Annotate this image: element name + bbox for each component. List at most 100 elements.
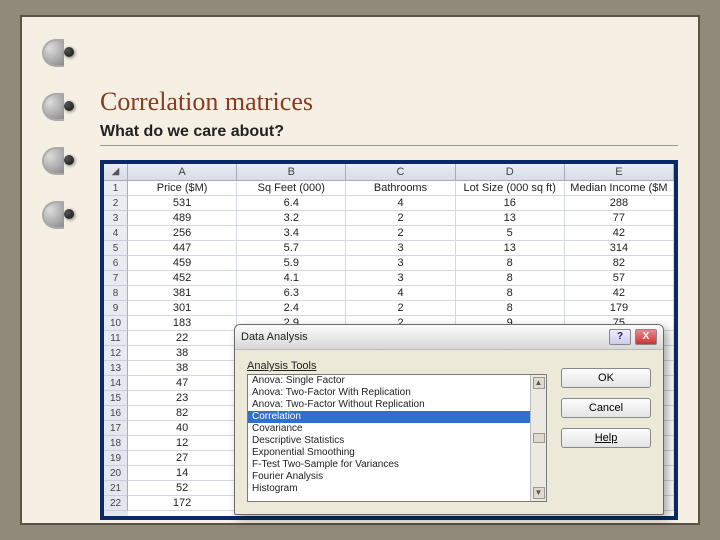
list-item[interactable]: Covariance xyxy=(248,423,530,435)
list-item[interactable]: Anova: Two-Factor With Replication xyxy=(248,387,530,399)
row-header[interactable]: 8 xyxy=(104,286,128,301)
row-header[interactable]: 3 xyxy=(104,211,128,226)
cell[interactable]: 2 xyxy=(346,301,455,316)
row-header[interactable]: 10 xyxy=(104,316,128,331)
cell[interactable]: 47 xyxy=(128,376,237,391)
cell[interactable]: 5 xyxy=(456,226,565,241)
help-icon[interactable]: ? xyxy=(609,329,631,345)
analysis-tools-listbox[interactable]: Anova: Single FactorAnova: Two-Factor Wi… xyxy=(247,374,547,502)
cell[interactable]: 256 xyxy=(128,226,237,241)
help-button[interactable]: Help xyxy=(561,428,651,448)
cell[interactable]: 23 xyxy=(128,391,237,406)
listbox-scrollbar[interactable]: ▲ ▼ xyxy=(530,375,546,501)
ok-button[interactable]: OK xyxy=(561,368,651,388)
cell[interactable]: 531 xyxy=(128,196,237,211)
cell[interactable]: Price ($M) xyxy=(128,181,237,196)
row-header[interactable]: 14 xyxy=(104,376,128,391)
column-header[interactable]: A xyxy=(128,164,237,180)
list-item[interactable]: Fourier Analysis xyxy=(248,471,530,483)
cancel-button[interactable]: Cancel xyxy=(561,398,651,418)
cell[interactable]: 82 xyxy=(128,406,237,421)
cell[interactable]: 3.4 xyxy=(237,226,346,241)
cell[interactable]: 2 xyxy=(346,226,455,241)
row-header[interactable]: 6 xyxy=(104,256,128,271)
row-header[interactable]: 19 xyxy=(104,451,128,466)
cell[interactable]: 3 xyxy=(346,241,455,256)
select-all-corner[interactable]: ◢ xyxy=(104,164,128,180)
cell[interactable]: 179 xyxy=(565,301,674,316)
cell[interactable]: 27 xyxy=(128,451,237,466)
cell[interactable]: 452 xyxy=(128,271,237,286)
cell[interactable]: 38 xyxy=(128,361,237,376)
cell[interactable]: 381 xyxy=(128,286,237,301)
row-header[interactable]: 21 xyxy=(104,481,128,496)
cell[interactable]: 459 xyxy=(128,256,237,271)
list-item[interactable]: Correlation xyxy=(248,411,530,423)
cell[interactable]: Bathrooms xyxy=(346,181,455,196)
cell[interactable]: 314 xyxy=(565,241,674,256)
cell[interactable]: 8 xyxy=(456,301,565,316)
cell[interactable]: 16 xyxy=(456,196,565,211)
column-header[interactable]: D xyxy=(456,164,565,180)
row-header[interactable]: 18 xyxy=(104,436,128,451)
row-header[interactable]: 12 xyxy=(104,346,128,361)
row-header[interactable]: 22 xyxy=(104,496,128,511)
cell[interactable]: 4 xyxy=(346,286,455,301)
cell[interactable]: 172 xyxy=(128,496,237,511)
cell[interactable]: 22 xyxy=(128,331,237,346)
cell[interactable]: 5.9 xyxy=(237,256,346,271)
cell[interactable]: 13 xyxy=(456,211,565,226)
cell[interactable]: 12 xyxy=(128,436,237,451)
list-item[interactable]: Exponential Smoothing xyxy=(248,447,530,459)
row-header[interactable]: 4 xyxy=(104,226,128,241)
list-item[interactable]: Anova: Single Factor xyxy=(248,375,530,387)
cell[interactable]: 4 xyxy=(346,196,455,211)
cell[interactable]: 13 xyxy=(456,241,565,256)
cell[interactable]: 183 xyxy=(128,316,237,331)
cell[interactable]: 42 xyxy=(565,286,674,301)
dialog-titlebar[interactable]: Data Analysis ? X xyxy=(235,325,663,350)
column-header[interactable]: B xyxy=(237,164,346,180)
cell[interactable]: 14 xyxy=(128,466,237,481)
column-header[interactable]: C xyxy=(346,164,455,180)
row-header[interactable]: 11 xyxy=(104,331,128,346)
row-header[interactable]: 5 xyxy=(104,241,128,256)
cell[interactable]: 3 xyxy=(346,256,455,271)
row-header[interactable]: 16 xyxy=(104,406,128,421)
cell[interactable]: Sq Feet (000) xyxy=(237,181,346,196)
cell[interactable]: 3 xyxy=(346,271,455,286)
scroll-up-icon[interactable]: ▲ xyxy=(533,377,545,389)
cell[interactable]: 42 xyxy=(565,226,674,241)
cell[interactable]: 288 xyxy=(565,196,674,211)
cell[interactable]: 6.3 xyxy=(237,286,346,301)
cell[interactable]: 301 xyxy=(128,301,237,316)
row-header[interactable]: 15 xyxy=(104,391,128,406)
cell[interactable]: 38 xyxy=(128,346,237,361)
cell[interactable]: 4.1 xyxy=(237,271,346,286)
cell[interactable]: 489 xyxy=(128,211,237,226)
row-header[interactable]: 2 xyxy=(104,196,128,211)
cell[interactable]: 2 xyxy=(346,211,455,226)
cell[interactable]: 57 xyxy=(565,271,674,286)
cell[interactable]: 52 xyxy=(128,481,237,496)
cell[interactable]: 6.4 xyxy=(237,196,346,211)
column-header[interactable]: E xyxy=(565,164,674,180)
cell[interactable]: Median Income ($M xyxy=(565,181,674,196)
cell[interactable]: Lot Size (000 sq ft) xyxy=(456,181,565,196)
cell[interactable]: 77 xyxy=(565,211,674,226)
cell[interactable]: 5.7 xyxy=(237,241,346,256)
row-header[interactable]: 20 xyxy=(104,466,128,481)
row-header[interactable]: 1 xyxy=(104,181,128,196)
list-item[interactable]: F-Test Two-Sample for Variances xyxy=(248,459,530,471)
cell[interactable]: 8 xyxy=(456,286,565,301)
scroll-down-icon[interactable]: ▼ xyxy=(533,487,545,499)
list-item[interactable]: Histogram xyxy=(248,483,530,495)
scroll-grip[interactable] xyxy=(533,433,545,443)
cell[interactable]: 8 xyxy=(456,256,565,271)
cell[interactable]: 3.2 xyxy=(237,211,346,226)
cell[interactable]: 82 xyxy=(565,256,674,271)
cell[interactable]: 8 xyxy=(456,271,565,286)
cell[interactable]: 447 xyxy=(128,241,237,256)
row-header[interactable]: 9 xyxy=(104,301,128,316)
close-icon[interactable]: X xyxy=(635,329,657,345)
